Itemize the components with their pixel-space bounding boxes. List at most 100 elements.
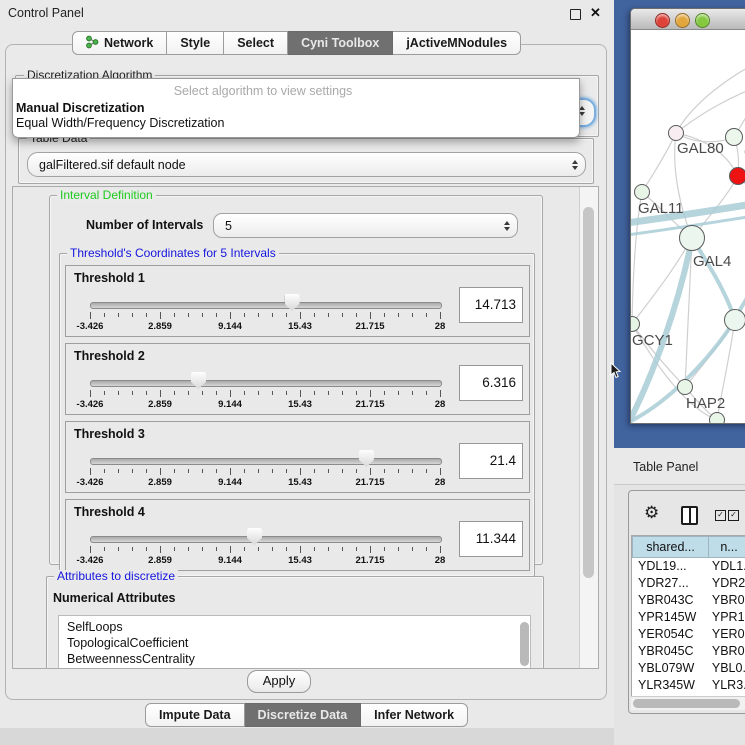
tick-label: 15.43	[288, 555, 312, 566]
table-cell: YPR145W	[632, 609, 706, 626]
tick-mark	[398, 313, 399, 317]
tick-mark	[412, 391, 413, 395]
network-node[interactable]	[729, 167, 745, 185]
threshold-label: Threshold 3	[74, 427, 145, 441]
tick-mark	[370, 546, 371, 553]
popup-item-manual-discretization[interactable]: Manual Discretization	[16, 101, 145, 115]
tick-mark	[314, 313, 315, 317]
network-node[interactable]	[724, 309, 745, 331]
attribute-item-selfloops[interactable]: SelfLoops	[59, 619, 530, 635]
threshold-value-field[interactable]: 14.713	[459, 287, 523, 323]
tick-mark	[426, 391, 427, 395]
bottom-tab-impute-data[interactable]: Impute Data	[145, 703, 245, 727]
desktop-region: GAL80GACGAL11GAL4GCY1HHAP2 Table Panel ⚙…	[614, 0, 745, 745]
node-label-gal4: GAL4	[693, 253, 731, 270]
table-row[interactable]: YDL19...YDL1...	[632, 558, 745, 575]
table-panel-title: Table Panel	[633, 460, 698, 474]
bottom-tab-discretize-data[interactable]: Discretize Data	[245, 703, 362, 727]
threshold-value-field[interactable]: 21.4	[459, 443, 523, 479]
tick-mark	[230, 390, 231, 397]
network-node[interactable]	[677, 379, 693, 395]
tab-label: Infer Network	[374, 708, 454, 722]
tick-mark	[174, 391, 175, 395]
tick-mark	[146, 313, 147, 317]
table-horizontal-scrollbar[interactable]	[631, 696, 745, 710]
settings-scroll-area: Interval Definition Number of Intervals …	[12, 186, 599, 669]
table-row[interactable]: YPR145WYPR1...	[632, 609, 745, 626]
slider-track[interactable]	[90, 380, 442, 387]
minimize-traffic-light[interactable]	[675, 13, 690, 28]
table-window: ⚙ ✓ ✓ shared...n... YDL19...YDL1...YDR27…	[628, 490, 745, 714]
close-icon[interactable]: ✕	[590, 5, 601, 21]
tick-label: 9.144	[218, 477, 242, 488]
tick-mark	[384, 313, 385, 317]
scrollbar-thumb[interactable]	[633, 699, 740, 708]
table-cell: YBR045C	[632, 643, 706, 660]
column-header-1[interactable]: shared...	[632, 536, 709, 558]
scrollbar-thumb[interactable]	[583, 207, 594, 578]
tick-mark	[286, 391, 287, 395]
network-node[interactable]	[725, 128, 743, 146]
table-row[interactable]: YLR345WYLR3...	[632, 677, 745, 694]
attributes-scrollbar[interactable]	[520, 622, 529, 666]
popup-item-equal-width-frequency-discretization[interactable]: Equal Width/Frequency Discretization	[16, 116, 224, 130]
threshold-value-field[interactable]: 6.316	[459, 365, 523, 401]
attribute-item-betweennesscentrality[interactable]: BetweennessCentrality	[59, 651, 530, 667]
tab-cyni-toolbox[interactable]: Cyni Toolbox	[288, 31, 393, 55]
table-row[interactable]: YDR27...YDR2...	[632, 575, 745, 592]
tab-label: jActiveMNodules	[406, 36, 507, 50]
slider-track[interactable]	[90, 458, 442, 465]
table-row[interactable]: YBR043CYBR0...	[632, 592, 745, 609]
network-node[interactable]	[679, 225, 705, 251]
network-node[interactable]	[668, 125, 684, 141]
threshold-value-field[interactable]: 11.344	[459, 521, 523, 557]
gear-icon[interactable]: ⚙	[644, 503, 659, 523]
slider-track[interactable]	[90, 302, 442, 309]
tick-label: 15.43	[288, 321, 312, 332]
tick-mark	[230, 312, 231, 319]
panel-title: Control Panel	[8, 6, 84, 20]
table-row[interactable]: YBL079WYBL0...	[632, 660, 745, 677]
columns-icon[interactable]	[681, 506, 698, 525]
tick-mark	[314, 469, 315, 473]
column-header-2[interactable]: n...	[709, 536, 745, 558]
tick-mark	[258, 547, 259, 551]
close-traffic-light[interactable]	[655, 13, 670, 28]
numerical-attributes-label: Numerical Attributes	[53, 591, 175, 605]
checkbox-icon[interactable]: ✓	[728, 510, 739, 521]
checkbox-icon[interactable]: ✓	[715, 510, 726, 521]
table-data-combobox[interactable]: galFiltered.sif default node	[27, 152, 586, 177]
tick-mark	[188, 547, 189, 551]
tick-mark	[244, 391, 245, 395]
tick-mark	[132, 313, 133, 317]
tick-mark	[160, 312, 161, 319]
tick-label: 9.144	[218, 555, 242, 566]
zoom-traffic-light[interactable]	[695, 13, 710, 28]
network-window-titlebar[interactable]	[631, 9, 745, 30]
tick-mark	[384, 469, 385, 473]
table-row[interactable]: YER054CYER0...	[632, 626, 745, 643]
table-row[interactable]: YBR045CYBR0...	[632, 643, 745, 660]
settings-vertical-scrollbar[interactable]	[579, 187, 598, 668]
network-node[interactable]	[634, 184, 650, 200]
table-cell: YER054C	[632, 626, 706, 643]
tick-mark	[202, 391, 203, 395]
numerical-attributes-list[interactable]: SelfLoopsTopologicalCoefficientBetweenne…	[58, 615, 531, 669]
float-window-icon[interactable]	[570, 9, 581, 20]
table-cell: YBR043C	[632, 592, 706, 609]
tab-jactivemnodules[interactable]: jActiveMNodules	[393, 31, 521, 55]
tick-mark	[174, 313, 175, 317]
attribute-item-topologicalcoefficient[interactable]: TopologicalCoefficient	[59, 635, 530, 651]
slider-track[interactable]	[90, 536, 442, 543]
network-node[interactable]	[709, 412, 725, 423]
apply-button[interactable]: Apply	[247, 670, 311, 693]
bottom-tab-infer-network[interactable]: Infer Network	[361, 703, 468, 727]
num-intervals-spinner[interactable]: 5	[213, 213, 518, 238]
tick-mark	[104, 469, 105, 473]
network-canvas[interactable]: GAL80GACGAL11GAL4GCY1HHAP2	[631, 30, 745, 423]
tick-mark	[202, 547, 203, 551]
tick-label: 15.43	[288, 399, 312, 410]
tab-network[interactable]: Network	[72, 31, 167, 55]
tab-style[interactable]: Style	[167, 31, 224, 55]
tab-select[interactable]: Select	[224, 31, 288, 55]
